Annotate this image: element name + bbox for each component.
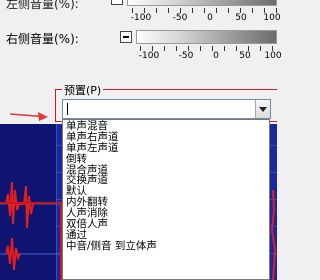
preset-option[interactable]: 中音/侧音 到立体声 bbox=[63, 240, 269, 252]
waveform-selection-outline bbox=[0, 202, 62, 280]
preset-option[interactable]: 双倍人声 bbox=[63, 219, 269, 230]
right-volume-ticks bbox=[140, 46, 277, 51]
tick-label: 100 bbox=[263, 13, 281, 23]
arrow-right-icon bbox=[9, 112, 48, 121]
preset-option[interactable]: 单声左声道 bbox=[63, 142, 269, 154]
preset-option[interactable]: 交换声道 bbox=[63, 175, 269, 186]
tick-label: -50 bbox=[178, 51, 194, 61]
right-volume-slider[interactable] bbox=[136, 30, 277, 44]
left-volume-label: 左侧音量(%): bbox=[6, 0, 79, 11]
tick-label: 50 bbox=[235, 13, 247, 23]
left-volume-slider[interactable] bbox=[127, 0, 277, 6]
chevron-down-icon[interactable] bbox=[255, 100, 270, 118]
left-volume-ticks bbox=[132, 8, 277, 13]
tick-label: 100 bbox=[264, 51, 282, 61]
text-cursor bbox=[67, 103, 68, 115]
preset-combobox[interactable] bbox=[62, 99, 271, 119]
right-volume-decrement-button[interactable] bbox=[120, 31, 132, 43]
tick-label: -100 bbox=[130, 13, 152, 23]
right-volume-label: 右侧音量(%): bbox=[6, 32, 79, 46]
tick-label: 50 bbox=[239, 51, 251, 61]
waveform-signal-right bbox=[270, 190, 277, 280]
tick-label: 0 bbox=[207, 13, 213, 23]
preset-dropdown-list: 单声混音 单声右声道 单声左声道 倒转 混合声道 交换声道 默认 内外翻转 人声… bbox=[62, 119, 270, 280]
tick-label: -100 bbox=[138, 51, 160, 61]
preset-option[interactable]: 倒转 bbox=[63, 153, 269, 165]
preset-group-label: 预置(P) bbox=[62, 82, 104, 98]
left-volume-decrement-button[interactable] bbox=[111, 0, 123, 5]
tick-label: 0 bbox=[213, 51, 219, 61]
tick-label: -50 bbox=[172, 13, 188, 23]
